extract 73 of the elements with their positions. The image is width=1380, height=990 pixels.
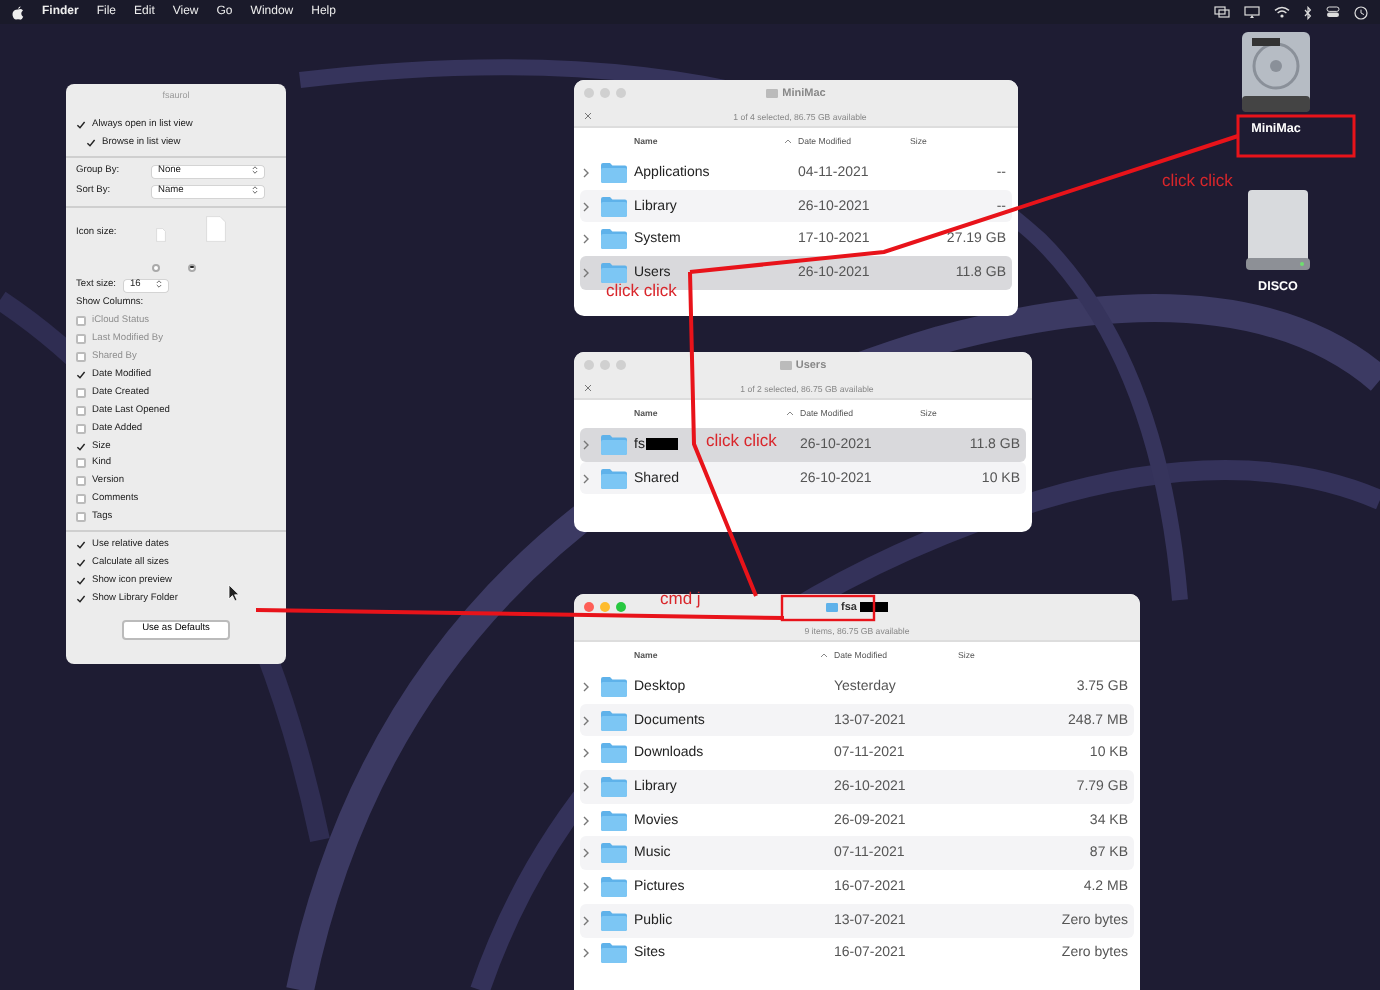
mouse-cursor-icon: [228, 584, 240, 602]
chevron-icon[interactable]: [582, 815, 590, 826]
checkbox[interactable]: [76, 593, 86, 604]
toggles-icon[interactable]: [1326, 6, 1340, 18]
folder-icon: [600, 809, 628, 832]
chevron-icon[interactable]: [582, 681, 590, 692]
folder-icon: [600, 161, 628, 184]
annotation-text: click click: [706, 430, 777, 450]
document-icon: [156, 227, 166, 242]
windows-icon[interactable]: [1214, 6, 1230, 18]
checkbox[interactable]: [76, 494, 86, 505]
checkbox[interactable]: [86, 137, 96, 148]
chevron-icon[interactable]: [582, 234, 590, 245]
folder-icon: [600, 261, 628, 284]
radio-button[interactable]: [152, 263, 160, 272]
stepper-icon[interactable]: [156, 280, 162, 289]
checkbox[interactable]: [76, 575, 86, 586]
bluetooth-icon[interactable]: [1304, 5, 1312, 19]
folder-icon: [600, 675, 628, 698]
chevron-icon[interactable]: [582, 848, 590, 859]
folder-icon: [600, 433, 628, 456]
close-icon[interactable]: [584, 384, 592, 392]
chevron-icon[interactable]: [582, 781, 590, 792]
close-icon[interactable]: [584, 112, 592, 120]
annotation-box: [1236, 114, 1356, 158]
folder-icon: [779, 360, 792, 370]
folder-icon: [600, 742, 628, 765]
folder-icon: [600, 942, 628, 965]
checkbox[interactable]: [76, 558, 86, 569]
hard-drive-icon[interactable]: [1240, 30, 1312, 114]
chevron-icon[interactable]: [582, 715, 590, 726]
radio-button[interactable]: [188, 263, 196, 272]
stepper-icon[interactable]: [252, 186, 258, 195]
checkbox[interactable]: [76, 370, 86, 381]
chevron-icon[interactable]: [582, 167, 590, 178]
checkbox[interactable]: [76, 540, 86, 551]
display-icon[interactable]: [1244, 6, 1260, 18]
checkbox[interactable]: [76, 423, 86, 434]
folder-icon: [600, 467, 628, 490]
checkbox[interactable]: [76, 476, 86, 487]
window-control[interactable]: [584, 602, 594, 612]
chevron-icon[interactable]: [582, 881, 590, 892]
checkbox[interactable]: [76, 512, 86, 523]
folder-icon: [825, 602, 838, 612]
annotation-text: click click: [1162, 170, 1233, 190]
clock-icon[interactable]: [1354, 5, 1368, 19]
folder-icon: [600, 775, 628, 798]
checkbox[interactable]: [76, 120, 86, 130]
annotation-text: cmd j: [660, 588, 701, 608]
chevron-icon[interactable]: [582, 267, 590, 278]
checkbox[interactable]: [76, 441, 86, 452]
folder-icon: [600, 709, 628, 732]
folder-icon: [600, 195, 628, 218]
external-drive-icon[interactable]: [1244, 188, 1312, 272]
folder-icon: [600, 228, 628, 251]
folder-icon: [600, 842, 628, 865]
stepper-icon[interactable]: [252, 166, 258, 175]
chevron-icon[interactable]: [582, 473, 590, 484]
chevron-icon[interactable]: [582, 748, 590, 759]
checkbox[interactable]: [76, 387, 86, 398]
chevron-icon[interactable]: [582, 948, 590, 959]
checkbox[interactable]: [76, 405, 86, 416]
chevron-icon[interactable]: [582, 439, 590, 450]
apple-logo-icon[interactable]: [12, 5, 24, 19]
folder-icon: [600, 875, 628, 898]
checkbox[interactable]: [76, 458, 86, 469]
document-icon: [206, 215, 226, 242]
folder-icon: [766, 88, 779, 98]
chevron-icon[interactable]: [582, 915, 590, 926]
wifi-icon[interactable]: [1274, 6, 1290, 18]
folder-icon: [600, 909, 628, 932]
chevron-icon[interactable]: [582, 201, 590, 212]
annotation-box: [780, 594, 876, 622]
